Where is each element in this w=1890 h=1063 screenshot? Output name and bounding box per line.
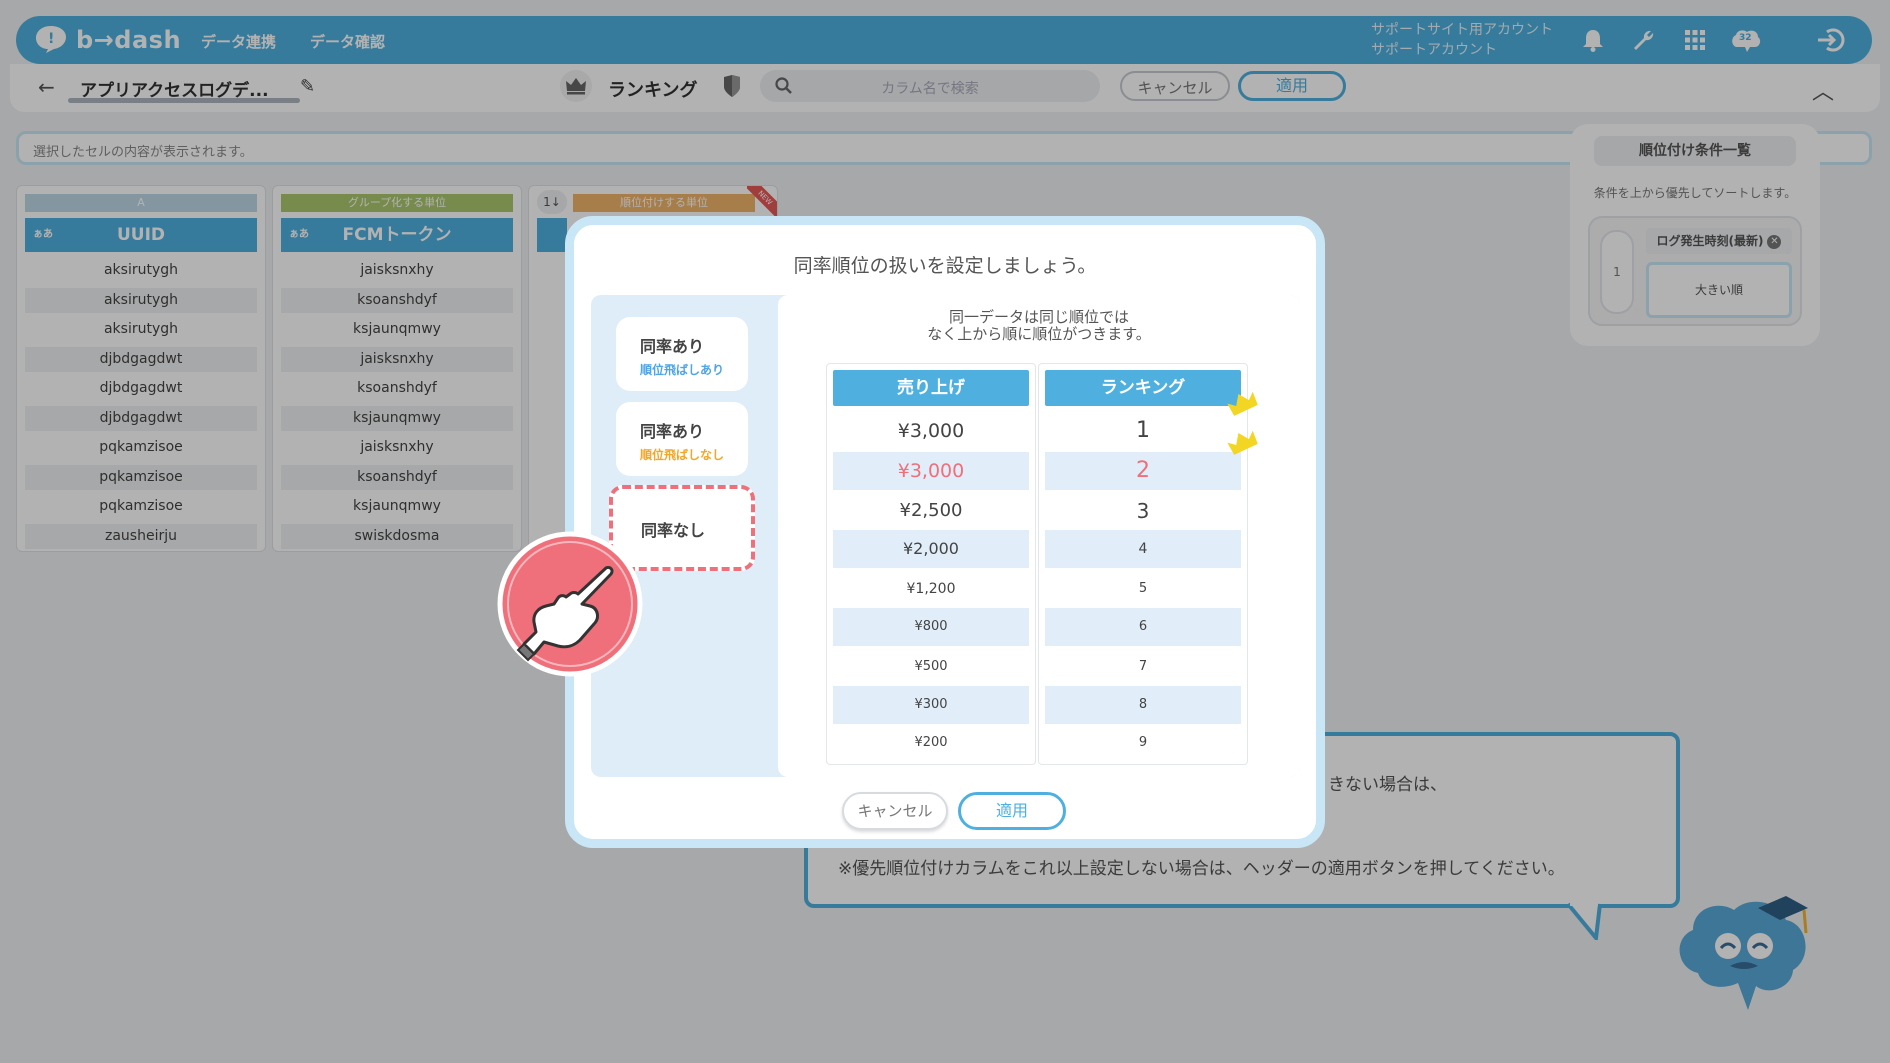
rank-cell-highlight: 2: [1045, 452, 1241, 490]
sales-cell: ¥3,000: [897, 420, 965, 442]
option-tie-with-skip[interactable]: 同率あり 順位飛ばしあり: [616, 317, 748, 391]
sales-cell: ¥200: [914, 735, 948, 750]
pointing-hand-icon: [497, 531, 643, 677]
sales-cell: ¥500: [914, 659, 948, 674]
rank-cell: 1: [1136, 418, 1150, 443]
option-tie-without-skip[interactable]: 同率あり 順位飛ばしなし: [616, 402, 748, 476]
option-main-label: 同率なし: [641, 521, 706, 540]
sales-cell: ¥2,000: [833, 530, 1029, 568]
option-sub-label: 順位飛ばしなし: [640, 448, 725, 462]
example-panel: 同一データは同じ順位では なく上から順に順位がつきます。 売り上げ ¥3,000…: [778, 295, 1300, 777]
description-line-1: 同一データは同じ順位では: [948, 308, 1129, 326]
sales-cell: ¥1,200: [906, 581, 956, 597]
crown-icon: [1227, 430, 1258, 455]
option-sub-label: 順位飛ばしあり: [640, 363, 725, 377]
sales-column: 売り上げ ¥3,000 ¥3,000 ¥2,500 ¥2,000 ¥1,200 …: [826, 363, 1036, 765]
rank-cell: 4: [1045, 530, 1241, 568]
rank-cell: 3: [1136, 499, 1150, 523]
modal-title: 同率順位の扱いを設定しましょう。: [793, 255, 1097, 277]
option-main-label: 同率あり: [640, 337, 705, 356]
option-main-label: 同率あり: [640, 422, 705, 441]
rank-cell: 8: [1045, 686, 1241, 724]
modal-apply-button[interactable]: 適用: [958, 792, 1066, 830]
example-description: 同一データは同じ順位では なく上から順に順位がつきます。: [778, 309, 1300, 343]
tie-ranking-modal: 同率順位の扱いを設定しましょう。 同率あり 順位飛ばしあり 同率あり 順位飛ばし…: [565, 216, 1325, 848]
modal-body: 同率あり 順位飛ばしあり 同率あり 順位飛ばしなし 同率なし 同一データは同じ順…: [591, 295, 1300, 777]
rank-cell: 7: [1138, 659, 1148, 674]
rank-cell: 5: [1138, 581, 1148, 596]
description-line-2: なく上から順に順位がつきます。: [927, 325, 1151, 343]
crown-icon: [1227, 391, 1258, 416]
sales-cell-highlight: ¥3,000: [833, 452, 1029, 490]
sales-header: 売り上げ: [833, 370, 1029, 406]
rank-cell: 6: [1045, 608, 1241, 646]
modal-cancel-button[interactable]: キャンセル: [842, 792, 948, 830]
ranking-column: ランキング 1 2 3 4 5 6 7 8 9: [1038, 363, 1248, 765]
rank-cell: 9: [1138, 735, 1148, 750]
sales-cell: ¥2,500: [899, 500, 963, 521]
sales-cell: ¥800: [833, 608, 1029, 646]
ranking-header: ランキング: [1045, 370, 1241, 406]
sales-cell: ¥300: [833, 686, 1029, 724]
